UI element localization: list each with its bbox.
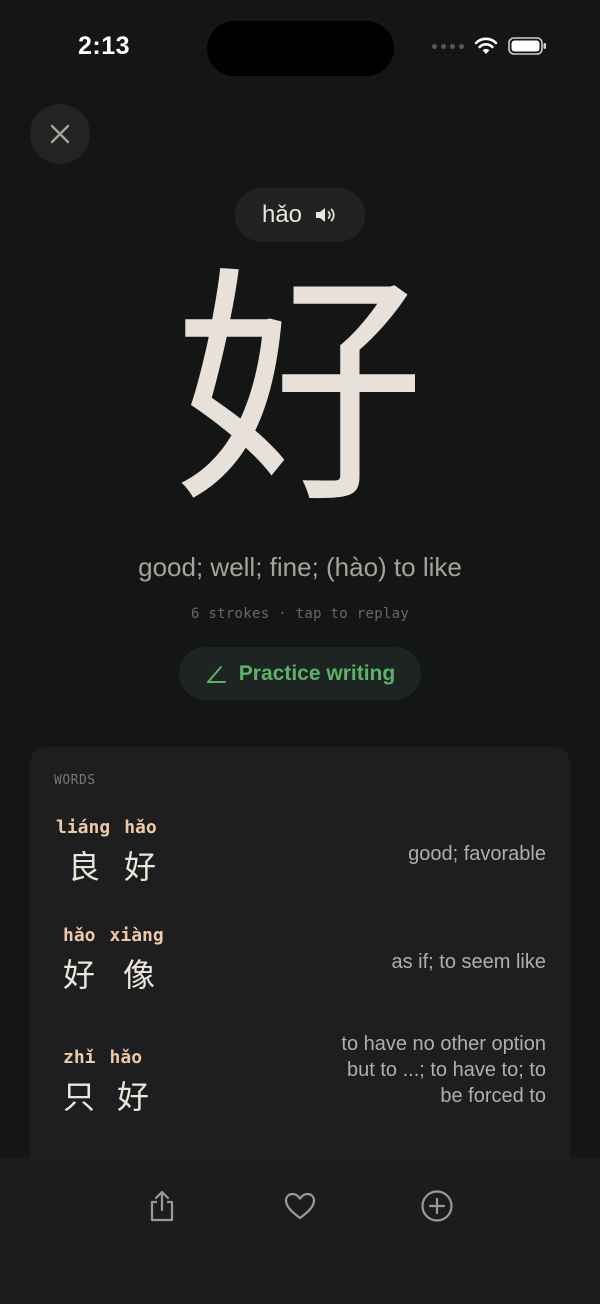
favorite-button[interactable] (276, 1182, 324, 1230)
word-character: 好 (124, 848, 157, 886)
close-button[interactable] (30, 104, 90, 164)
speaker-icon (316, 208, 335, 222)
word-definition: good; favorable (408, 843, 546, 865)
word-definition: to have no other option but to ...; to h… (341, 1033, 546, 1107)
word-pinyin-syllable: xiàng (109, 925, 164, 946)
practice-writing-label: Practice writing (238, 661, 396, 685)
plus-circle-icon (421, 1190, 453, 1222)
share-button[interactable] (138, 1182, 186, 1230)
status-icons (432, 36, 548, 56)
word-item[interactable]: zhǐ hǎo 只 好 to have no other option but … (30, 1033, 570, 1157)
battery-icon (508, 37, 546, 55)
share-icon (150, 1190, 174, 1222)
hanzi-character[interactable]: 好 (0, 262, 600, 522)
stroke-info[interactable]: 6 strokes · tap to replay (0, 606, 600, 622)
practice-writing-button[interactable]: Practice writing (179, 647, 421, 700)
heart-icon (284, 1192, 316, 1220)
word-character: 只 (63, 1078, 96, 1116)
word-item[interactable]: liáng hǎo 良 好 good; favorable (30, 817, 570, 887)
close-icon (50, 124, 70, 144)
word-pinyin-syllable: liáng (56, 817, 111, 838)
cellular-signal-icon (432, 43, 464, 49)
word-definition: as if; to seem like (391, 951, 546, 973)
pronunciation-button[interactable]: hǎo (235, 188, 365, 242)
pinyin-label: hǎo (261, 201, 303, 228)
wifi-icon (474, 37, 498, 54)
character-detail-screen: 2:13 hǎo 好 good; well; fine; (hào) to li… (0, 0, 600, 1304)
words-section-header: WORDS (54, 773, 96, 788)
word-character: 像 (123, 956, 156, 994)
words-card: WORDS liáng hǎo 良 好 good; favorable hǎo … (30, 747, 570, 1207)
word-character: 良 (68, 848, 101, 886)
dynamic-island (207, 21, 394, 76)
word-pinyin-syllable: zhǐ (63, 1047, 96, 1068)
word-character: 好 (63, 956, 96, 994)
word-pinyin-syllable: hǎo (63, 925, 96, 946)
word-pinyin-syllable: hǎo (124, 817, 157, 838)
bottom-action-bar (0, 1158, 600, 1304)
word-pinyin-syllable: hǎo (109, 1047, 143, 1068)
word-item[interactable]: hǎo xiàng 好 像 as if; to seem like (30, 925, 570, 995)
status-time: 2:13 (78, 32, 131, 60)
character-meaning: good; well; fine; (hào) to like (138, 552, 462, 582)
pencil-icon (206, 665, 226, 683)
add-button[interactable] (413, 1182, 461, 1230)
word-character: 好 (117, 1078, 150, 1116)
